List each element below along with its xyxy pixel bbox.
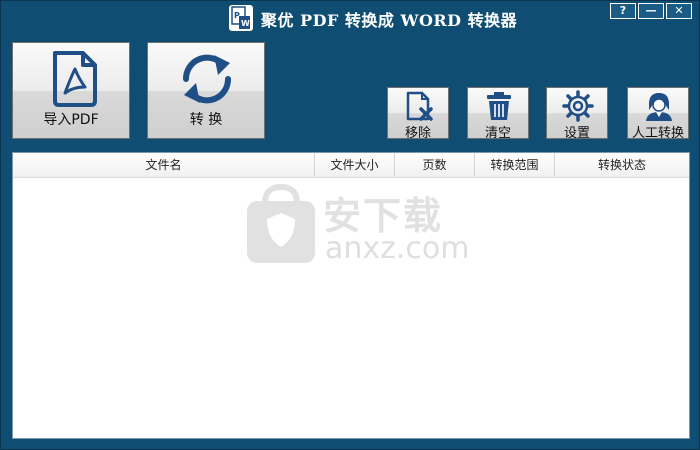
manual-convert-label: 人工转换 (631, 126, 684, 141)
convert-label: 转 换 (189, 112, 223, 128)
watermark: 安下载 anxz.com (243, 183, 483, 273)
help-button[interactable]: ? (610, 3, 636, 19)
support-agent-icon (628, 90, 688, 122)
column-header-filesize[interactable]: 文件大小 (315, 153, 395, 177)
column-header-status[interactable]: 转换状态 (555, 153, 689, 177)
refresh-icon (148, 49, 264, 109)
column-header-filename[interactable]: 文件名 (13, 153, 315, 177)
watermark-shield-icon (247, 183, 315, 263)
gear-icon (547, 90, 607, 122)
pdf-file-icon (13, 49, 129, 109)
column-header-pages[interactable]: 页数 (395, 153, 475, 177)
close-button[interactable]: ✕ (666, 3, 692, 19)
remove-label: 移除 (404, 126, 431, 141)
convert-button[interactable]: 转 换 (147, 42, 265, 139)
app-logo-icon: P W (229, 5, 253, 31)
svg-text:W: W (241, 19, 250, 28)
table-header: 文件名 文件大小 页数 转换范围 转换状态 (13, 153, 689, 178)
settings-button[interactable]: 设置 (546, 87, 608, 141)
clear-label: 清空 (484, 126, 511, 141)
import-pdf-label: 导入PDF (43, 112, 99, 128)
file-list-table[interactable]: 文件名 文件大小 页数 转换范围 转换状态 安下载 anxz.com (12, 152, 690, 439)
remove-button[interactable]: 移除 (387, 87, 449, 141)
clear-button[interactable]: 清空 (467, 87, 529, 141)
trash-icon (468, 90, 528, 122)
manual-convert-button[interactable]: 人工转换 (627, 87, 689, 141)
import-pdf-button[interactable]: 导入PDF (12, 42, 130, 139)
minimize-button[interactable]: — (638, 3, 664, 19)
watermark-text-en: anxz.com (325, 231, 470, 266)
remove-file-icon (388, 90, 448, 122)
title-bar[interactable]: P W 聚优 PDF 转换成 WORD 转换器 ? — ✕ (1, 1, 700, 35)
settings-label: 设置 (563, 126, 590, 141)
window-title: 聚优 PDF 转换成 WORD 转换器 (261, 11, 518, 30)
app-window: P W 聚优 PDF 转换成 WORD 转换器 ? — ✕ 导入PDF 转 换 … (0, 0, 700, 450)
column-header-range[interactable]: 转换范围 (475, 153, 555, 177)
